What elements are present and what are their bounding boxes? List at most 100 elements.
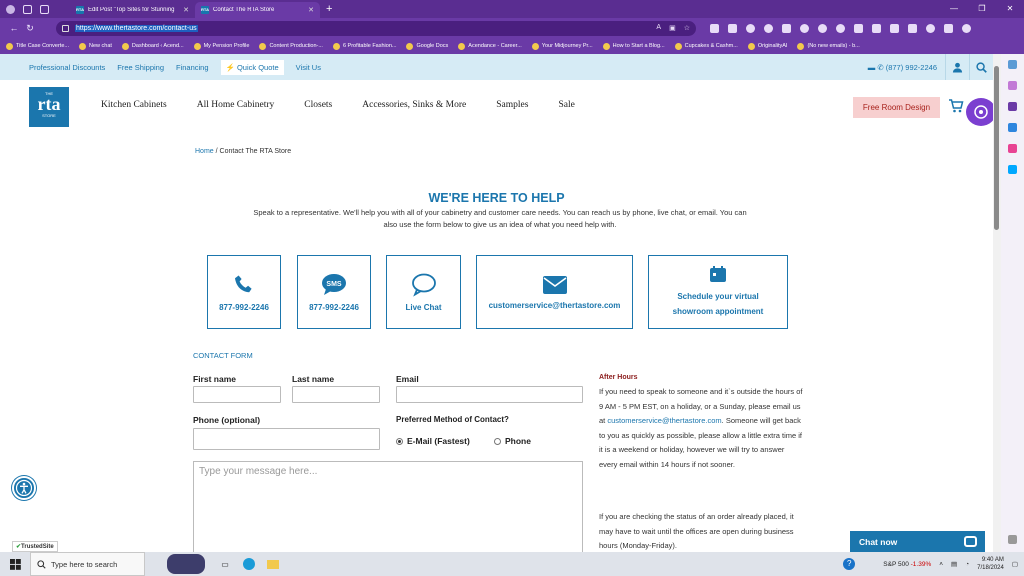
tools-sidebar-icon[interactable] [1008,81,1017,90]
file-explorer-icon[interactable] [261,559,285,569]
settings-sidebar-icon[interactable] [1008,535,1017,544]
extension-icon[interactable] [746,23,755,33]
widgets-image-icon[interactable] [167,554,205,574]
extension-icon[interactable] [836,23,845,33]
support-email-link[interactable]: customerservice@thertastore.com [607,416,721,425]
tab-actions-icon[interactable] [40,4,49,14]
nav-sale[interactable]: Sale [558,100,574,110]
stock-widget[interactable]: S&P 500 -1.39% [883,561,931,568]
help-icon[interactable]: ? [843,558,856,570]
accessibility-button[interactable] [12,476,36,500]
cart-icon[interactable] [948,98,964,114]
phone-input[interactable] [193,428,380,450]
live-chat-card[interactable]: Live Chat [386,255,461,329]
bookmark[interactable]: Cupcakes & Cashm... [674,42,738,50]
extension-icon[interactable] [728,23,737,33]
radio-email[interactable]: E-Mail (Fastest) [396,436,470,446]
radio-phone[interactable]: Phone [494,436,531,446]
games-sidebar-icon[interactable] [1008,102,1017,111]
first-name-input[interactable] [193,386,281,403]
close-window-icon[interactable]: ✕ [996,0,1024,18]
bookmark[interactable]: Dashboard ‹ Acend... [121,42,184,50]
bookmark[interactable]: (No new emails) - b... [797,42,860,50]
favorites-icon[interactable] [890,23,899,33]
split-screen-icon[interactable] [872,23,881,33]
visit-us-link[interactable]: Visit Us [296,63,321,72]
bookmark[interactable]: Title Case Converte... [6,42,69,50]
rta-store-logo[interactable]: THE rta STORE [29,87,69,127]
bookmark[interactable]: Content Production-... [259,42,323,50]
address-bar[interactable]: https://www.thertastore.com/contact-us A… [56,20,696,36]
drop-sidebar-icon[interactable] [1008,144,1017,153]
bookmark[interactable]: Your Midjourney Pr... [531,42,593,50]
minimize-icon[interactable]: — [940,0,968,18]
nav-kitchen-cabinets[interactable]: Kitchen Cabinets [101,100,167,110]
email-card[interactable]: customerservice@thertastore.com [476,255,633,329]
volume-icon[interactable]: ◔ [965,561,969,568]
outlook-sidebar-icon[interactable] [1008,123,1017,132]
menu-icon[interactable] [962,23,971,33]
network-icon[interactable]: ▤ [951,560,957,568]
message-textarea[interactable]: Type your message here... [193,461,583,552]
clock[interactable]: 9:40 AM 7/18/2024 [977,556,1004,572]
free-room-design-button[interactable]: Free Room Design [853,97,940,118]
tab-contact[interactable]: RTA Contact The RTA Store ✕ [195,2,320,18]
taskbar-search[interactable]: Type here to search [30,552,145,576]
bookmark[interactable]: Google Docs [406,42,448,50]
trustedsite-badge[interactable]: ✔TrustedSite [12,541,58,552]
account-button[interactable] [945,54,969,80]
free-shipping-link[interactable]: Free Shipping [117,63,164,72]
nav-all-home-cabinetry[interactable]: All Home Cabinetry [197,100,275,110]
edge-taskbar-icon[interactable] [237,558,261,570]
quick-quote-button[interactable]: ⚡ Quick Quote [220,59,284,75]
nav-samples[interactable]: Samples [496,100,528,110]
bookmark[interactable]: New chat [78,42,112,50]
search-sidebar-icon[interactable] [1008,60,1017,69]
close-tab-icon[interactable]: ✕ [183,6,189,14]
bookmark[interactable]: 6 Profitable Fashion... [332,42,396,50]
start-button[interactable] [0,558,30,570]
bookmark[interactable]: My Pension Profile [193,42,249,50]
bookmark[interactable]: OriginalityAI [747,42,787,50]
schedule-appointment-card[interactable]: Schedule your virtual showroom appointme… [648,255,788,329]
header-phone-link[interactable]: ▬ ✆ (877) 992-2246 [868,63,937,72]
bookmark[interactable]: How to Start a Blog... [602,42,665,50]
phone-card[interactable]: 877-992-2246 [207,255,281,329]
telegram-sidebar-icon[interactable] [1008,165,1017,174]
sms-card[interactable]: SMS 877-992-2246 [297,255,371,329]
read-aloud-icon[interactable]: A [656,24,661,32]
search-button[interactable] [969,54,993,80]
breadcrumb-home-link[interactable]: Home [195,148,214,155]
page-scrollbar[interactable] [993,54,1001,552]
back-icon[interactable]: ← [6,23,22,33]
extension-icon[interactable] [710,23,719,33]
show-hidden-icons[interactable]: ˄ [939,561,943,568]
nav-closets[interactable]: Closets [304,100,332,110]
extension-icon[interactable] [854,23,863,33]
extension-icon[interactable] [764,23,773,33]
close-tab-icon[interactable]: ✕ [308,6,314,14]
scrollbar-thumb[interactable] [994,66,999,230]
favorite-star-icon[interactable]: ☆ [684,24,690,32]
bookmark[interactable]: Acendance - Career... [458,42,522,50]
app-available-icon[interactable]: ▣ [669,24,676,32]
extension-icon[interactable] [818,23,827,33]
financing-link[interactable]: Financing [176,63,209,72]
collections-icon[interactable] [908,23,917,33]
nav-accessories[interactable]: Accessories, Sinks & More [362,100,466,110]
workspaces-icon[interactable] [23,4,32,14]
chat-now-button[interactable]: Chat now [850,531,985,552]
last-name-input[interactable] [292,386,380,403]
new-tab-icon[interactable]: + [326,3,332,15]
profile-icon[interactable] [6,4,15,14]
assistant-chat-fab[interactable] [966,98,993,126]
notifications-icon[interactable]: ▢ [1012,560,1018,568]
email-input[interactable] [396,386,583,403]
task-view-icon[interactable]: ▭ [213,560,237,569]
extension-icon[interactable] [800,23,809,33]
downloads-icon[interactable] [944,23,953,33]
history-icon[interactable] [926,23,935,33]
maximize-icon[interactable]: ❐ [968,0,996,18]
extension-icon[interactable] [782,23,791,33]
professional-discounts-link[interactable]: Professional Discounts [29,63,105,72]
